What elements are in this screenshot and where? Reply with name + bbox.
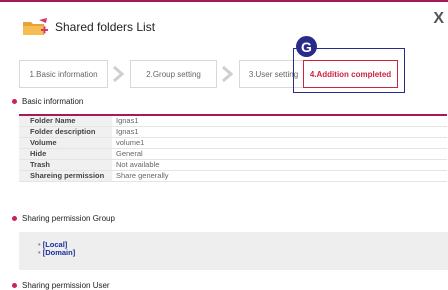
group-list: [Local] [Domain] <box>38 241 76 257</box>
row-value: Share generally <box>112 170 447 182</box>
table-row: Trash Not available <box>19 159 447 171</box>
table-row: Hide General <box>19 148 447 160</box>
annotation-marker: G <box>296 36 317 57</box>
window-title: Shared folders List <box>55 20 156 34</box>
row-label: Folder description <box>19 126 112 138</box>
shared-folder-icon <box>23 18 48 35</box>
basic-info-table: Folder Name Ignas1 Folder description Ig… <box>19 114 447 182</box>
section-sharing-permission-user: Sharing permission User <box>12 281 110 290</box>
table-row: Folder Name Ignas1 <box>19 115 447 127</box>
chevron-right-icon <box>222 65 234 83</box>
row-value: Not available <box>112 159 447 171</box>
row-value: Ignas1 <box>112 115 447 127</box>
group-list-box: [Local] [Domain] <box>19 232 448 270</box>
row-label: Hide <box>19 148 112 160</box>
row-label: Shareing permission <box>19 170 112 182</box>
table-row: Folder description Ignas1 <box>19 126 447 138</box>
row-value: General <box>112 148 447 160</box>
group-link-domain[interactable]: [Domain] <box>38 249 76 257</box>
row-value: Ignas1 <box>112 126 447 138</box>
row-value: volume1 <box>112 137 447 149</box>
table-row: Volume volume1 <box>19 137 447 149</box>
row-label: Volume <box>19 137 112 149</box>
bullet-icon <box>12 99 17 104</box>
bullet-icon <box>12 283 17 288</box>
chevron-right-icon <box>113 65 125 83</box>
close-button[interactable]: X <box>433 10 444 28</box>
step-basic-information[interactable]: 1.Basic information <box>19 60 108 88</box>
bullet-icon <box>12 216 17 221</box>
step-group-setting[interactable]: 2.Group setting <box>130 60 217 88</box>
top-accent-line <box>0 0 448 2</box>
section-basic-information: Basic information <box>12 97 83 106</box>
section-title: Sharing permission User <box>22 281 110 290</box>
row-label: Folder Name <box>19 115 112 127</box>
section-title: Basic information <box>22 97 84 106</box>
table-row: Shareing permission Share generally <box>19 170 447 182</box>
window-header: Shared folders List <box>20 14 155 40</box>
section-title: Sharing permission Group <box>22 214 115 223</box>
section-sharing-permission-group: Sharing permission Group <box>12 214 115 223</box>
row-label: Trash <box>19 159 112 171</box>
